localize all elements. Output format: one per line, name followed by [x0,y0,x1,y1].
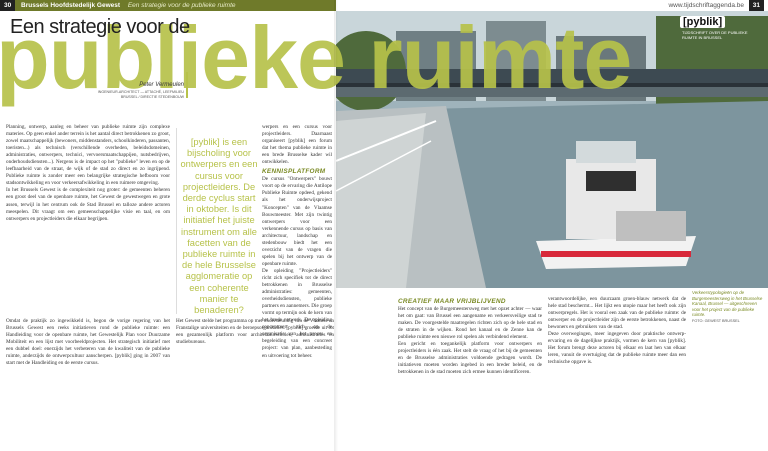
paragraph: In het Brussels Gewest is de complexitei… [6,187,170,222]
paragraph: Omdat de praktijk zo ingewikkeld is, beg… [6,318,170,367]
section-heading: Creatief maar vrijblijvend [398,298,506,305]
paragraph: De opleiding "Projectleiders" richt zich… [262,267,332,359]
author-name: Peter Vermeulen [139,82,184,88]
caption-text: Verkeerstypologieën op de Burgemeestersw… [692,290,763,318]
paragraph: Een gericht en toegankelijk platform voo… [398,341,542,376]
pyblik-tagline: TIJDSCHRIFT OVER DE PUBLIEKE RUIMTE IN B… [682,30,748,40]
paragraph: werpers en een cursus voor projectleider… [262,124,332,166]
column-1: Planning, ontwerp, aanleg en beheer van … [6,124,170,223]
paragraph: Het concept van de Burgemeestersweg met … [398,306,542,341]
column-2a: Omdat de praktijk zo ingewikkeld is, beg… [6,318,170,367]
column-5: verantwoordelijke, een duurzaam groen-bl… [548,296,686,366]
paragraph: Planning, ontwerp, aanleg en beheer van … [6,124,170,187]
section-heading: Kennisplatform [262,168,326,176]
paragraph: verantwoordelijke, een duurzaam groen-bl… [548,296,686,331]
pullquote: [pyblik] is een bijscholing voor ontwerp… [180,137,258,316]
author-role: INGENIEUR-ARCHITECT — ATTACHÉ, LEEFMILIE… [97,90,184,99]
magazine-spread: 30 Brussels Hoofdstedelijk Gewest Een st… [0,0,768,451]
column-4: Creatief maar vrijblijvend Het concept v… [398,296,542,377]
headline-small: Een strategie voor de [10,16,190,38]
author-divider [186,72,188,98]
photo-caption: Verkeerstypologieën op de Burgemeestersw… [692,290,764,325]
page-gutter [334,0,338,451]
pullquote-divider [176,128,177,314]
paragraph: De cursus "Ontwerpers" bouwt voort op de… [262,176,332,267]
photo-credit: FOTO: GEWEST BRUSSEL [692,318,740,323]
right-page-number: 31 [748,0,764,11]
paragraph: Deze overwegingen, meer ingegeven door p… [548,331,686,366]
magazine-url[interactable]: www.tijdschriftaggenda.be [668,0,744,11]
column-3: werpers en een cursus voor projectleider… [262,124,332,360]
pyblik-logo: [pyblik] [680,16,726,28]
